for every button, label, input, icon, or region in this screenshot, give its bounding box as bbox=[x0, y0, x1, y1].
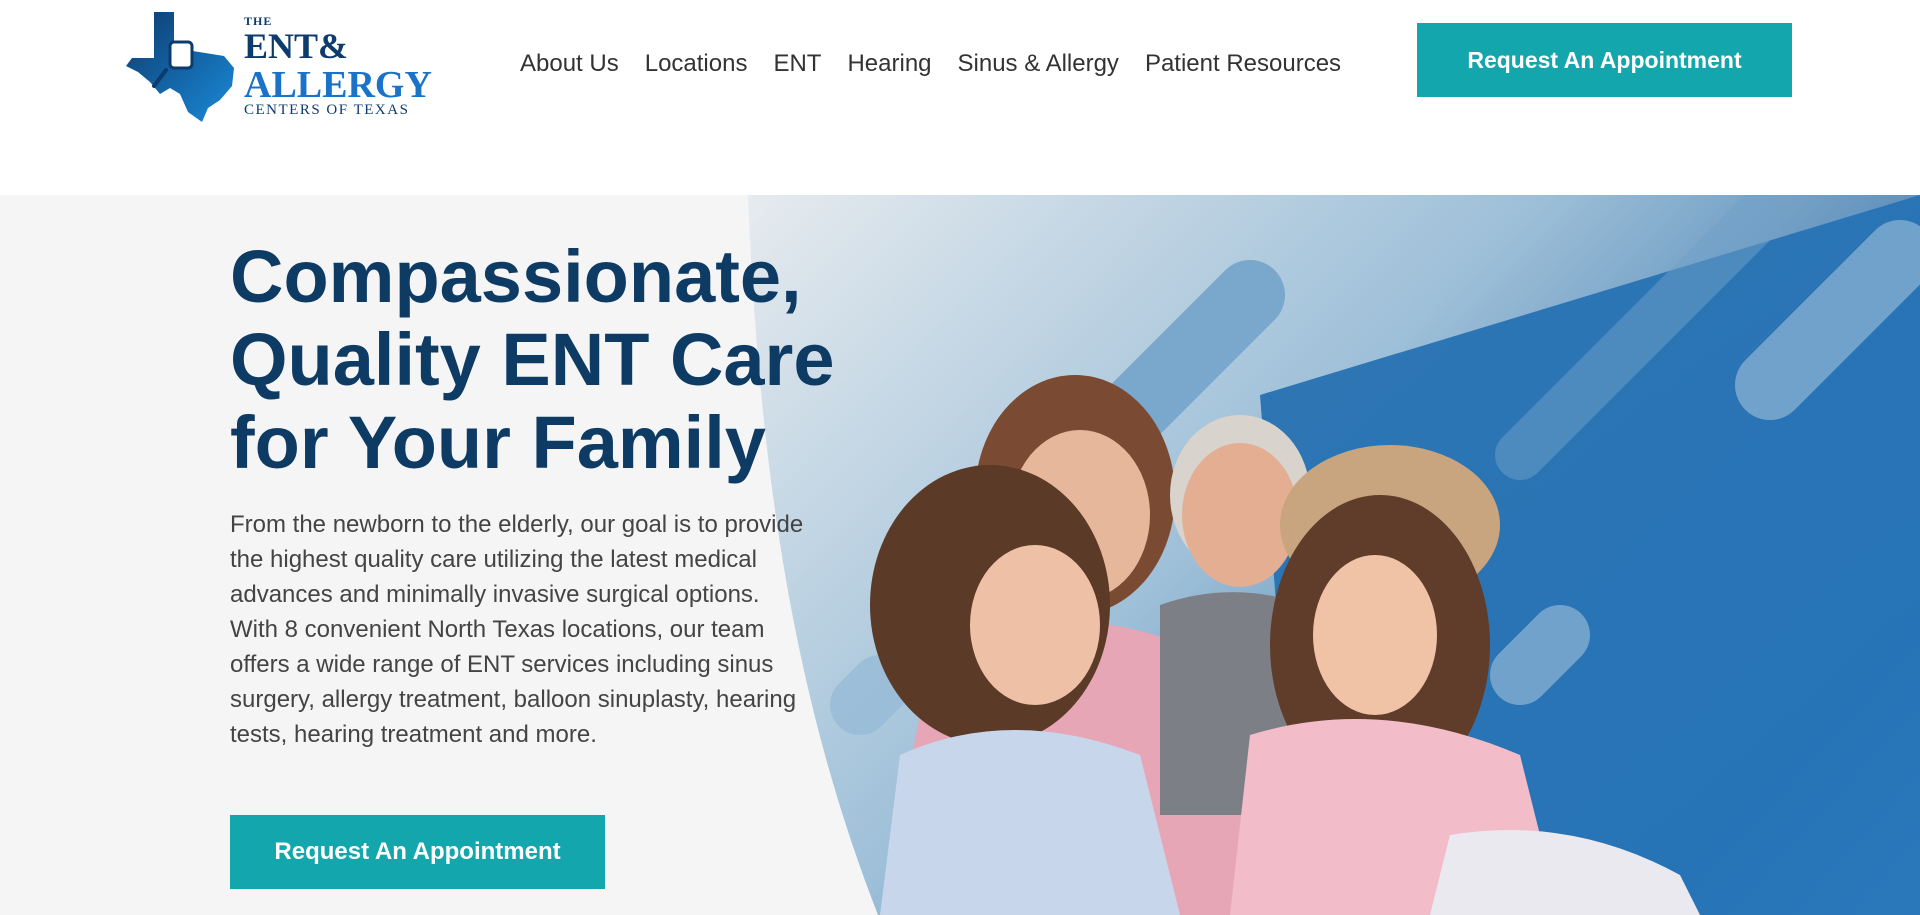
request-appointment-hero-button[interactable]: Request An Appointment bbox=[230, 815, 605, 889]
logo-allergy: ALLERGY bbox=[244, 64, 432, 106]
hero-headline-line-2: Quality ENT Care bbox=[230, 318, 835, 401]
site-logo[interactable]: THE ENT& ALLERGY CENTERS OF TEXAS bbox=[124, 8, 444, 126]
hero-headline-line-3: for Your Family bbox=[230, 401, 766, 484]
hero-section: Compassionate, Quality ENT Care for Your… bbox=[0, 195, 1920, 915]
hero-headline-line-1: Compassionate, bbox=[230, 235, 802, 318]
nav-item-ent[interactable]: ENT bbox=[773, 50, 821, 78]
main-nav: About Us Locations ENT Hearing Sinus & A… bbox=[520, 50, 1341, 78]
nav-item-about-us[interactable]: About Us bbox=[520, 50, 619, 78]
request-appointment-header-button[interactable]: Request An Appointment bbox=[1417, 23, 1792, 97]
hero-description: From the newborn to the elderly, our goa… bbox=[230, 511, 804, 748]
nav-item-sinus-allergy[interactable]: Sinus & Allergy bbox=[958, 50, 1119, 78]
nav-item-patient-resources[interactable]: Patient Resources bbox=[1145, 50, 1341, 78]
nav-item-hearing[interactable]: Hearing bbox=[847, 50, 931, 78]
texas-map-icon bbox=[126, 12, 234, 122]
nav-item-locations[interactable]: Locations bbox=[645, 50, 748, 78]
site-header: THE ENT& ALLERGY CENTERS OF TEXAS About … bbox=[0, 0, 1920, 195]
logo-centers: CENTERS OF TEXAS bbox=[244, 102, 410, 118]
logo-ent: ENT& bbox=[244, 26, 349, 66]
hero-headline: Compassionate, Quality ENT Care for Your… bbox=[230, 235, 835, 484]
